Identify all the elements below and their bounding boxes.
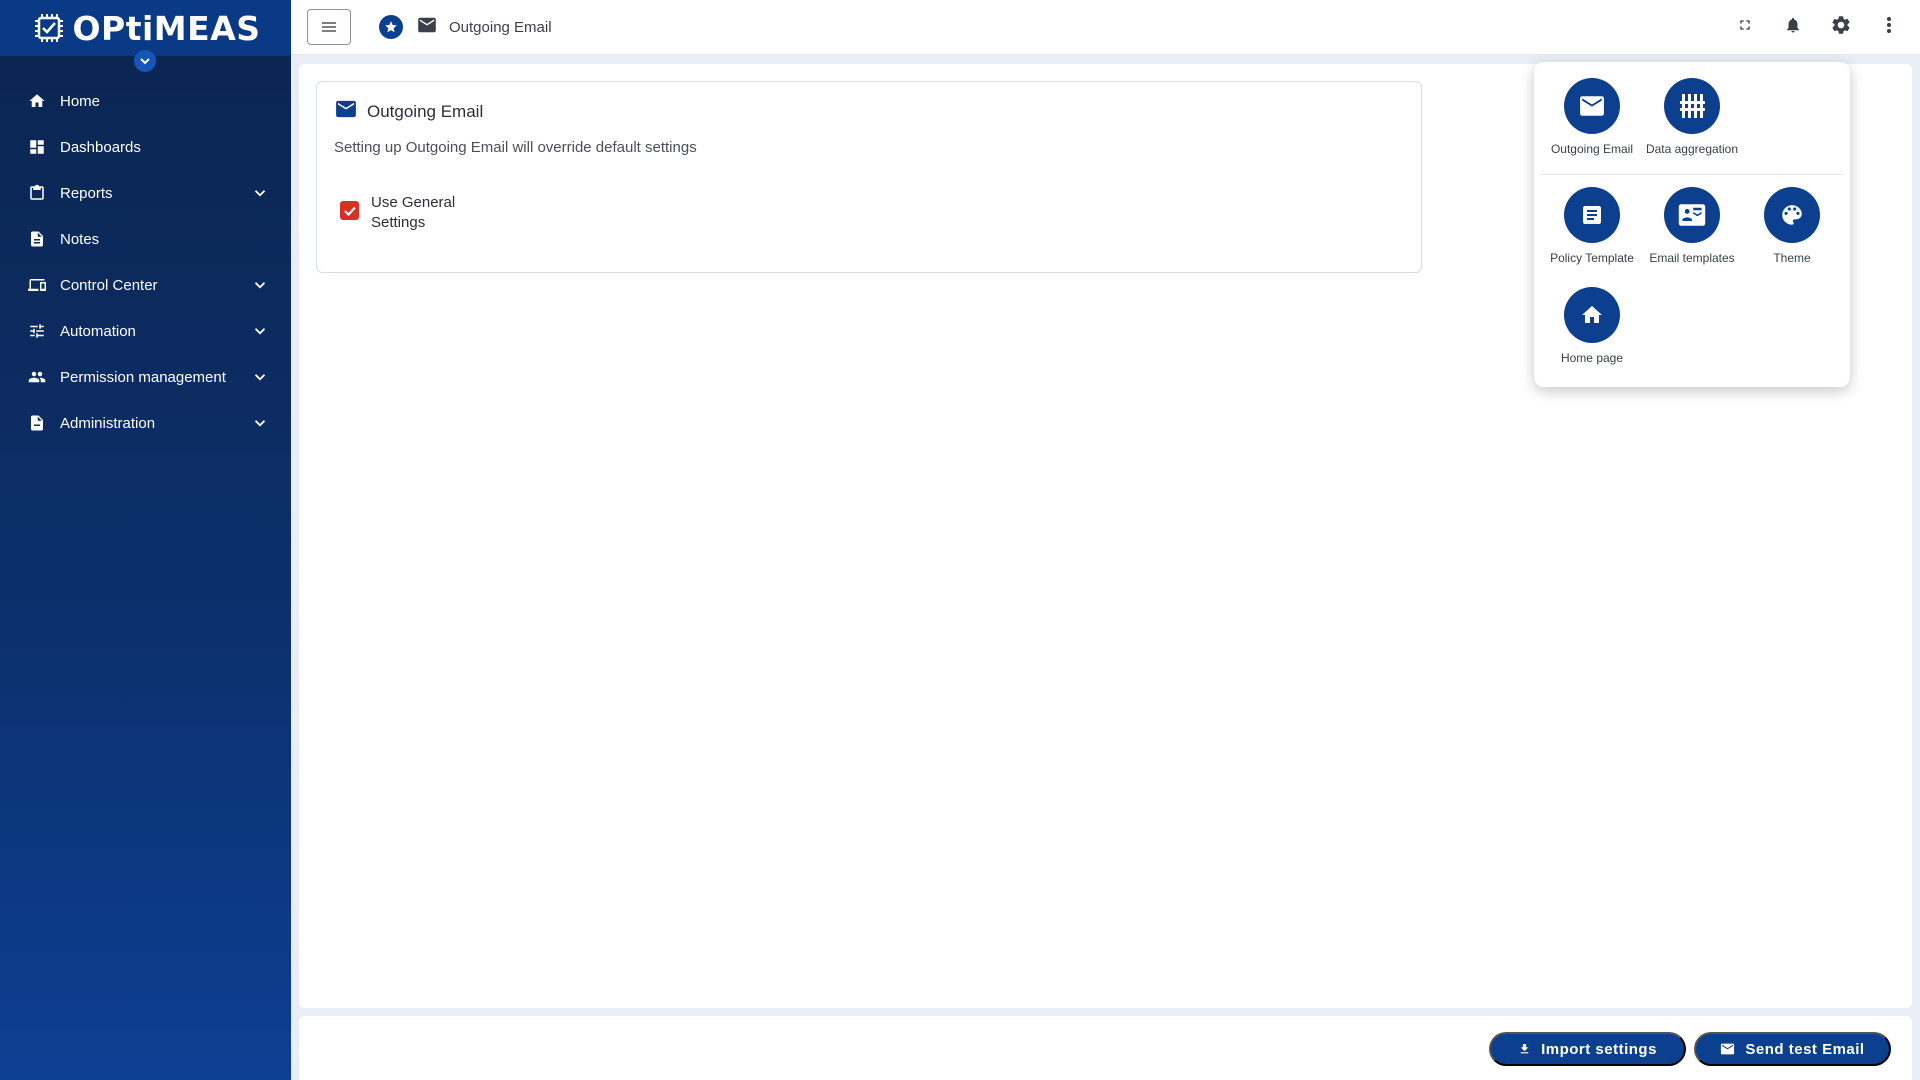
quick-menu-divider — [1540, 174, 1844, 175]
mail-icon — [1721, 1043, 1735, 1055]
fullscreen-icon[interactable] — [1734, 12, 1756, 38]
clipboard-icon — [26, 182, 48, 204]
quick-menu-label: Outgoing Email — [1550, 142, 1634, 156]
chevron-down-icon — [254, 420, 266, 427]
sidebar-item-label: Dashboards — [60, 138, 141, 156]
chevron-down-icon — [254, 282, 266, 289]
sidebar-item-home[interactable]: Home — [0, 78, 291, 124]
quick-menu-label: Home page — [1560, 351, 1624, 365]
quick-menu-email-templates[interactable]: Email templates — [1642, 187, 1742, 265]
import-settings-button[interactable]: Import settings — [1489, 1032, 1686, 1066]
chip-logo-icon — [30, 9, 68, 47]
check-icon — [343, 206, 356, 216]
dashboard-icon — [26, 136, 48, 158]
topbar: Outgoing Email — [291, 0, 1920, 55]
logo[interactable]: OPtiMEAS — [30, 9, 260, 48]
quick-menu-label: Policy Template — [1550, 251, 1634, 265]
sidebar-item-notes[interactable]: Notes — [0, 216, 291, 262]
card-description: Setting up Outgoing Email will override … — [334, 139, 697, 156]
outgoing-email-card: Outgoing Email Setting up Outgoing Email… — [316, 81, 1422, 273]
admin-document-icon — [26, 412, 48, 434]
import-settings-label: Import settings — [1541, 1040, 1657, 1058]
more-vert-icon[interactable] — [1878, 12, 1900, 38]
quick-menu-outgoing-email[interactable]: Outgoing Email — [1542, 78, 1642, 156]
palette-icon — [1764, 187, 1820, 243]
sidebar-collapse-toggle[interactable] — [134, 50, 156, 72]
sidebar-item-reports[interactable]: Reports — [0, 170, 291, 216]
sidebar-nav: Home Dashboards Reports Notes Control Ce… — [0, 78, 291, 446]
sidebar-item-label: Notes — [60, 230, 100, 248]
aggregation-icon — [1664, 78, 1720, 134]
sidebar-item-administration[interactable]: Administration — [0, 400, 291, 446]
hamburger-icon — [322, 22, 336, 32]
quick-menu-policy-template[interactable]: Policy Template — [1542, 187, 1642, 265]
mail-icon — [335, 100, 357, 123]
logo-text: OPtiMEAS — [72, 8, 261, 48]
card-title: Outgoing Email — [367, 101, 484, 121]
chevron-down-icon — [254, 190, 266, 197]
sidebar-item-label: Home — [60, 92, 101, 110]
mail-icon — [1564, 78, 1620, 134]
sidebar-item-permission-management[interactable]: Permission management — [0, 354, 291, 400]
chevron-down-icon — [140, 58, 150, 65]
people-icon — [26, 366, 48, 388]
devices-icon — [26, 274, 48, 296]
use-general-settings-label[interactable]: Use General Settings — [371, 193, 471, 233]
home-icon — [26, 90, 48, 112]
download-icon — [1520, 1044, 1529, 1054]
quick-menu-label: Email templates — [1649, 251, 1735, 265]
document-icon — [26, 228, 48, 250]
quick-menu-label: Theme — [1773, 251, 1811, 265]
menu-toggle-button[interactable] — [307, 9, 351, 45]
sidebar-item-label: Administration — [60, 414, 156, 432]
mail-icon — [417, 17, 437, 38]
sidebar-item-label: Reports — [60, 184, 113, 202]
sidebar: OPtiMEAS Home Dashboards Reports Notes C… — [0, 0, 291, 1080]
sliders-icon — [26, 320, 48, 342]
sidebar-item-label: Automation — [60, 322, 136, 340]
quick-menu-home-page[interactable]: Home page — [1542, 287, 1642, 365]
star-favorite-icon[interactable] — [379, 15, 403, 39]
chevron-down-icon — [254, 328, 266, 335]
sidebar-item-automation[interactable]: Automation — [0, 308, 291, 354]
sidebar-item-control-center[interactable]: Control Center — [0, 262, 291, 308]
send-test-email-label: Send test Email — [1745, 1040, 1865, 1058]
quick-menu-label: Data aggregation — [1645, 142, 1739, 156]
card-header: Outgoing Email — [335, 100, 483, 123]
sidebar-item-label: Control Center — [60, 276, 158, 294]
bell-icon[interactable] — [1782, 12, 1804, 38]
use-general-settings-row: Use General Settings — [340, 193, 471, 233]
bottom-action-bar: Import settings Send test Email — [299, 1016, 1912, 1080]
chevron-down-icon — [254, 374, 266, 381]
gear-icon[interactable] — [1830, 12, 1852, 38]
home-icon — [1564, 287, 1620, 343]
quick-menu-theme[interactable]: Theme — [1742, 187, 1842, 265]
quick-menu-data-aggregation[interactable]: Data aggregation — [1642, 78, 1742, 156]
sidebar-item-label: Permission management — [60, 368, 226, 386]
policy-icon — [1564, 187, 1620, 243]
breadcrumb-title: Outgoing Email — [449, 18, 552, 36]
use-general-settings-checkbox[interactable] — [340, 201, 359, 220]
topbar-actions — [1734, 12, 1900, 38]
contact-mail-icon — [1664, 187, 1720, 243]
send-test-email-button[interactable]: Send test Email — [1694, 1032, 1891, 1066]
sidebar-item-dashboards[interactable]: Dashboards — [0, 124, 291, 170]
logo-bar: OPtiMEAS — [0, 0, 291, 72]
settings-quick-menu: Outgoing Email Data aggregation Policy T… — [1534, 62, 1850, 387]
